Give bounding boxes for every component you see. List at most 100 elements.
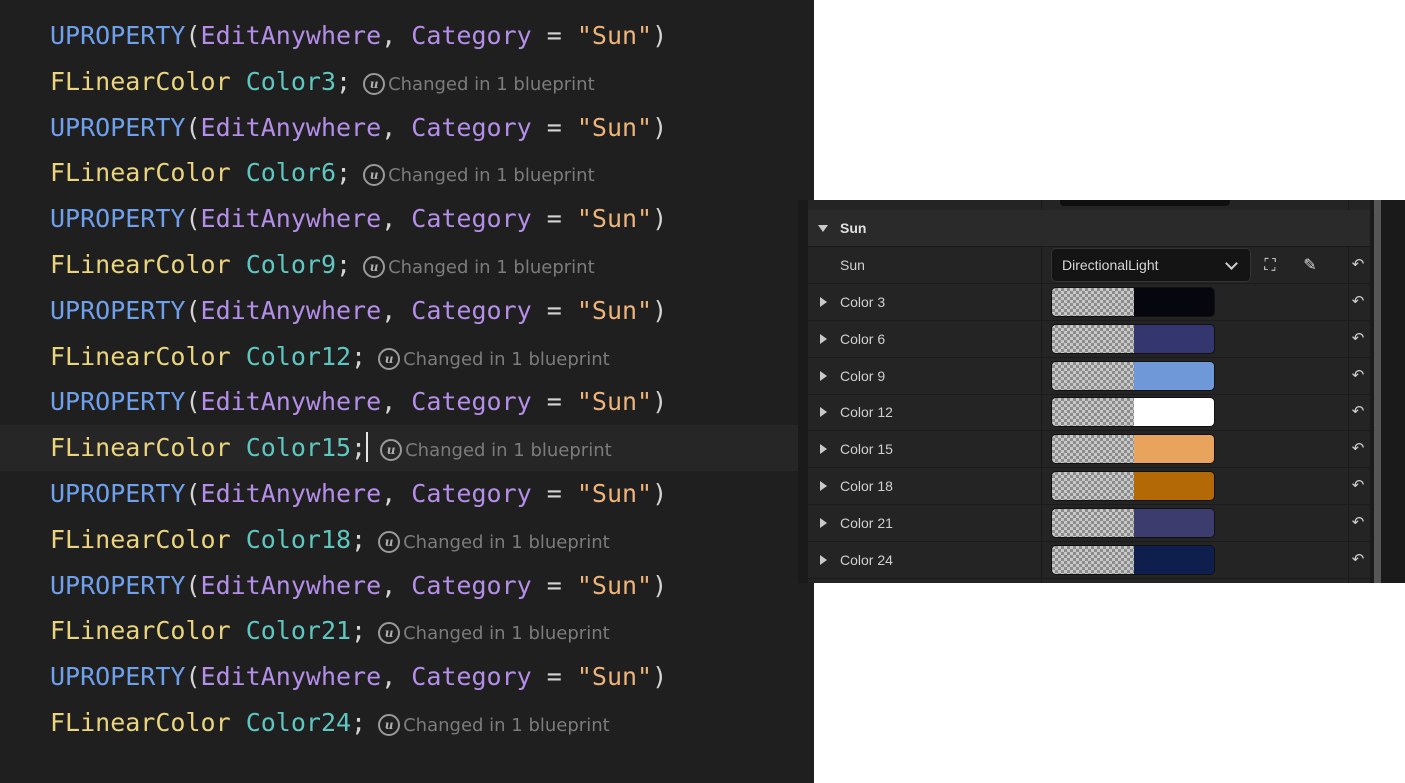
comma: , xyxy=(381,387,412,417)
code-editor[interactable]: UPROPERTY(EditAnywhere, Category = "Sun"… xyxy=(0,0,814,783)
code-line-declaration[interactable]: FLinearColor Color3; u Changed in 1 bluepr… xyxy=(0,59,814,105)
open-paren: ( xyxy=(185,204,201,234)
expand-arrow-icon[interactable] xyxy=(820,407,827,418)
color-swatch[interactable] xyxy=(1052,398,1214,427)
blueprint-usage-hint[interactable]: u Changed in 1 blueprint xyxy=(378,714,610,736)
comma: , xyxy=(381,662,412,692)
equals-sign: = xyxy=(531,21,577,50)
comma: , xyxy=(381,21,412,50)
code-line-text: UPROPERTY(EditAnywhere, Category = "Sun"… xyxy=(50,379,667,425)
open-paren: ( xyxy=(185,662,201,692)
details-content: Sun Sun DirectionalLight ⛶ ✎ ↶ Color 3 ↶ Color 6… xyxy=(808,200,1370,583)
code-line-uproperty[interactable]: UPROPERTY(EditAnywhere, Category = "Sun"… xyxy=(0,105,814,151)
expand-arrow-icon[interactable] xyxy=(820,297,827,307)
hint-text: Changed in 1 blueprint xyxy=(403,531,610,553)
code-line-uproperty[interactable]: UPROPERTY(EditAnywhere, Category = "Sun"… xyxy=(0,13,814,59)
reset-to-default-icon[interactable]: ↶ xyxy=(1350,367,1366,383)
category-keyword: Category xyxy=(411,21,532,50)
reset-to-default-icon[interactable]: ↶ xyxy=(1350,330,1366,346)
expand-arrow-icon[interactable] xyxy=(820,517,827,528)
close-paren: ) xyxy=(652,112,668,142)
code-line-uproperty[interactable]: UPROPERTY(EditAnywhere, Category = "Sun"… xyxy=(0,196,814,242)
blueprint-usage-hint[interactable]: u Changed in 1 blueprint xyxy=(363,256,595,278)
expand-arrow-icon[interactable] xyxy=(820,481,827,491)
actor-picker-combo[interactable]: DirectionalLight xyxy=(1052,249,1250,281)
category-keyword: Category xyxy=(411,295,532,325)
color-swatch[interactable] xyxy=(1052,288,1214,316)
reset-to-default-icon[interactable]: ↶ xyxy=(1350,403,1366,419)
property-specifier: EditAnywhere xyxy=(200,21,382,50)
property-label: Sun xyxy=(840,257,865,273)
code-line-text: UPROPERTY(EditAnywhere, Category = "Sun"… xyxy=(50,288,667,334)
code-line-uproperty[interactable]: UPROPERTY(EditAnywhere, Category = "Sun"… xyxy=(0,379,814,425)
color-swatch[interactable] xyxy=(1052,545,1214,574)
open-paren: ( xyxy=(185,112,201,142)
code-line-text: FLinearColor Color15; u Changed in 1 bluep… xyxy=(50,425,612,474)
code-line-uproperty[interactable]: UPROPERTY(EditAnywhere, Category = "Sun"… xyxy=(0,288,814,334)
property-label: Color 15 xyxy=(840,441,893,458)
code-line-declaration[interactable]: FLinearColor Color21; u Changed in 1 bluep… xyxy=(0,608,814,654)
color-swatch[interactable] xyxy=(1052,435,1214,464)
code-line-declaration[interactable]: FLinearColor Color15; u Changed in 1 bluep… xyxy=(0,425,814,474)
comma: , xyxy=(381,295,412,325)
macro-keyword: UPROPERTY xyxy=(50,479,186,508)
reset-to-default-icon[interactable]: ↶ xyxy=(1350,256,1366,272)
property-row-color: Color 18 ↶ xyxy=(808,468,1370,505)
equals-sign: = xyxy=(531,662,577,692)
equals-sign: = xyxy=(531,570,577,600)
code-line-declaration[interactable]: FLinearColor Color24; u Changed in 1 bluep… xyxy=(0,700,814,746)
reset-to-default-icon[interactable]: ↶ xyxy=(1350,293,1366,309)
expand-arrow-icon[interactable] xyxy=(820,370,827,381)
color-swatch[interactable] xyxy=(1052,472,1214,500)
reset-to-default-icon[interactable]: ↶ xyxy=(1350,551,1366,567)
collapse-arrow-icon[interactable] xyxy=(818,225,828,232)
alpha-checker-preview xyxy=(1052,361,1134,390)
code-line-uproperty[interactable]: UPROPERTY(EditAnywhere, Category = "Sun"… xyxy=(0,563,814,609)
code-line-text: FLinearColor Color6; u Changed in 1 bluepr… xyxy=(50,150,595,199)
property-row-color: Color 12 ↶ xyxy=(808,394,1370,432)
close-paren: ) xyxy=(652,662,668,692)
reset-to-default-icon[interactable]: ↶ xyxy=(1350,514,1366,530)
code-line-declaration[interactable]: FLinearColor Color9; u Changed in 1 bluepr… xyxy=(0,242,814,288)
code-line-declaration[interactable]: FLinearColor Color6; u Changed in 1 bluepr… xyxy=(0,150,814,196)
color-swatch[interactable] xyxy=(1052,361,1214,390)
expand-arrow-icon[interactable] xyxy=(820,333,827,344)
browse-to-actor-icon[interactable]: ⛶ xyxy=(1260,255,1280,275)
code-line-declaration[interactable]: FLinearColor Color12; u Changed in 1 bluep… xyxy=(0,334,814,380)
macro-keyword: UPROPERTY xyxy=(50,112,186,142)
close-paren: ) xyxy=(652,479,668,508)
color-preview-fill xyxy=(1134,324,1214,353)
blueprint-usage-hint[interactable]: u Changed in 1 blueprint xyxy=(378,347,610,370)
semicolon: ; xyxy=(336,158,352,188)
category-header-sun[interactable]: Sun xyxy=(808,210,1370,247)
code-line-declaration[interactable]: FLinearColor Color18; u Changed in 1 bluep… xyxy=(0,517,814,563)
details-scrollbar[interactable] xyxy=(1374,200,1381,583)
category-label: Sun xyxy=(840,220,867,236)
property-label: Color 9 xyxy=(840,367,886,384)
type-name: FLinearColor xyxy=(50,158,231,188)
category-string: "Sun" xyxy=(576,387,653,417)
close-paren: ) xyxy=(652,387,668,417)
code-line-uproperty[interactable]: UPROPERTY(EditAnywhere, Category = "Sun"… xyxy=(0,654,814,700)
expand-arrow-icon[interactable] xyxy=(820,444,827,455)
color-preview-fill xyxy=(1134,435,1214,464)
blueprint-usage-hint[interactable]: u Changed in 1 blueprint xyxy=(380,439,612,462)
alpha-checker-preview xyxy=(1052,288,1134,316)
code-line-uproperty[interactable]: UPROPERTY(EditAnywhere, Category = "Sun"… xyxy=(0,471,814,517)
color-swatch[interactable] xyxy=(1052,324,1214,353)
reset-to-default-icon[interactable]: ↶ xyxy=(1350,440,1366,456)
category-string: "Sun" xyxy=(576,112,653,142)
eyedropper-icon[interactable]: ✎ xyxy=(1300,255,1320,275)
expand-arrow-icon[interactable] xyxy=(820,554,827,565)
variable-name: Color24 xyxy=(245,708,352,737)
color-swatch[interactable] xyxy=(1052,508,1214,537)
alpha-checker-preview xyxy=(1052,508,1134,537)
blueprint-usage-hint[interactable]: u Changed in 1 blueprint xyxy=(363,164,595,187)
type-name: FLinearColor xyxy=(50,524,231,554)
property-specifier: EditAnywhere xyxy=(200,112,382,142)
property-specifier: EditAnywhere xyxy=(200,204,382,234)
blueprint-usage-hint[interactable]: u Changed in 1 blueprint xyxy=(378,622,610,645)
blueprint-usage-hint[interactable]: u Changed in 1 blueprint xyxy=(378,530,610,553)
reset-to-default-icon[interactable]: ↶ xyxy=(1350,477,1366,493)
blueprint-usage-hint[interactable]: u Changed in 1 blueprint xyxy=(363,72,595,95)
